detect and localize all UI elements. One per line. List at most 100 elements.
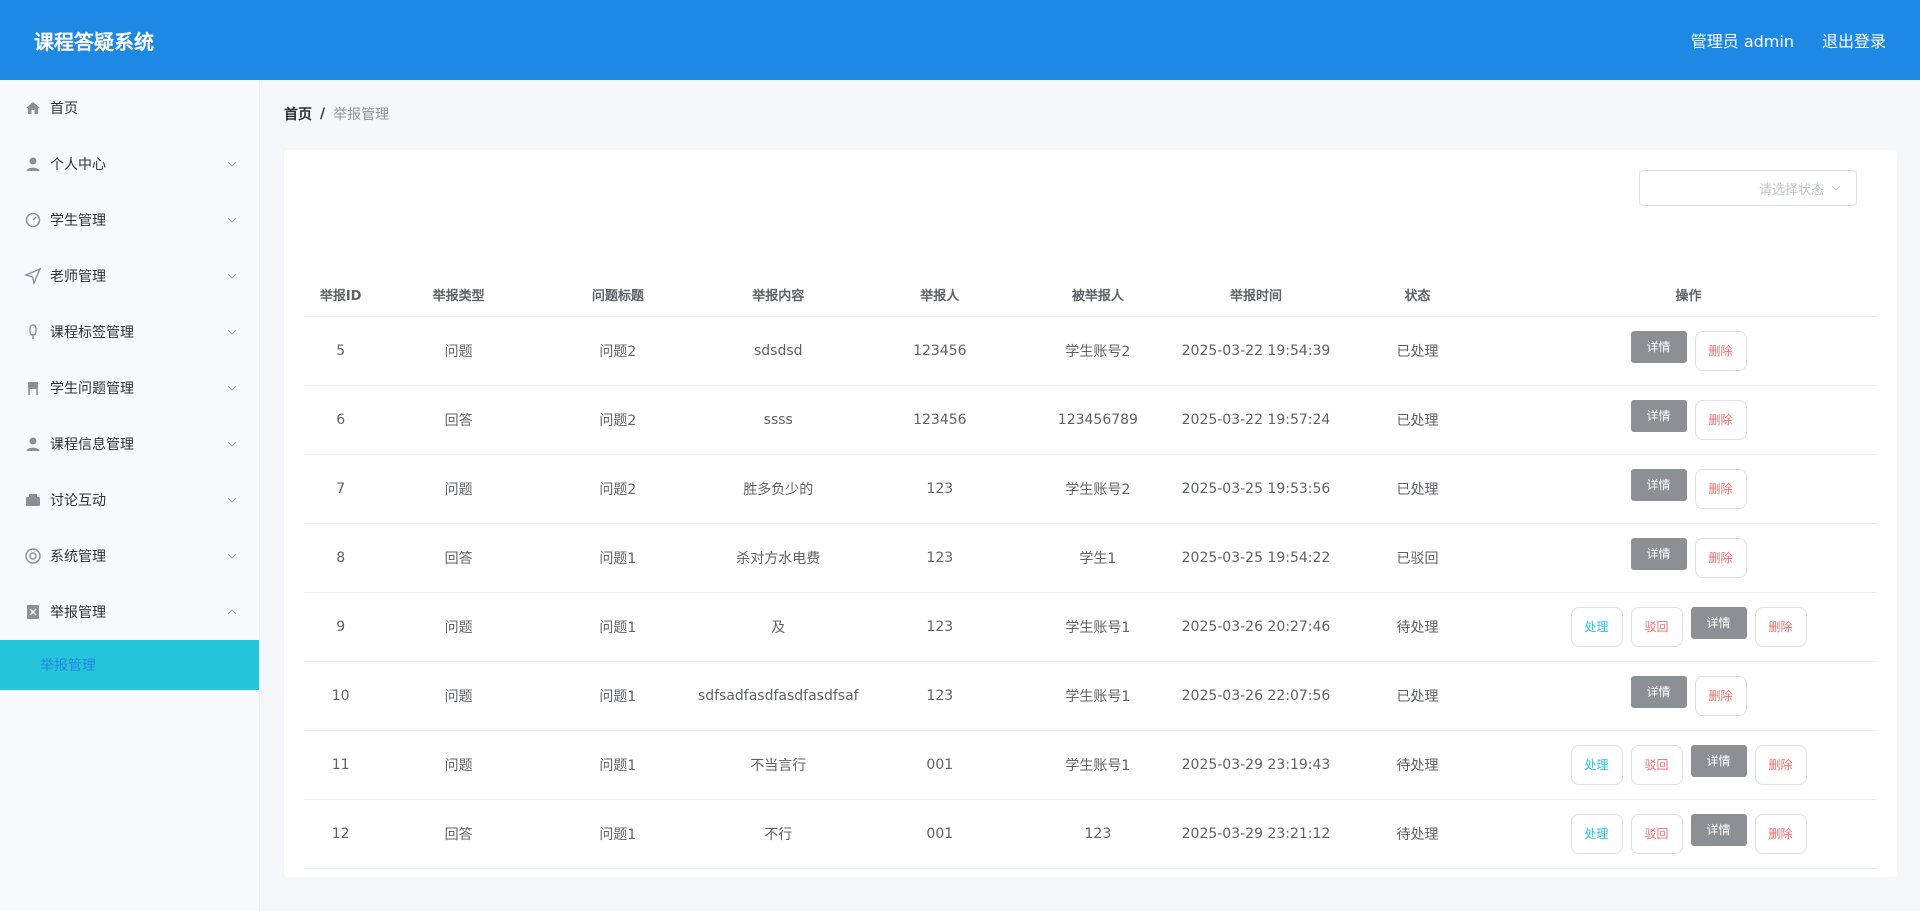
handle-button[interactable]: 处理 <box>1570 813 1623 854</box>
cell-status: 待处理 <box>1335 799 1500 869</box>
reject-button[interactable]: 驳回 <box>1630 606 1683 647</box>
breadcrumb-home[interactable]: 首页 <box>284 104 312 124</box>
breadcrumb-separator: / <box>320 106 326 122</box>
status-select[interactable]: 请选择状态 <box>1639 170 1857 206</box>
cell-id: 10 <box>304 661 378 731</box>
cell-reporter: 123456 <box>860 316 1019 386</box>
cell-status: 待处理 <box>1335 730 1500 800</box>
cell-type: 问题 <box>377 730 540 800</box>
sidebar-item-label: 个人中心 <box>50 157 106 173</box>
column-header: 举报类型 <box>377 274 540 317</box>
cell-title: 问题2 <box>539 316 696 386</box>
app-title: 课程答疑系统 <box>34 29 154 54</box>
cell-id: 9 <box>304 592 378 662</box>
lifebuoy-icon <box>24 547 42 565</box>
delete-button[interactable]: 删除 <box>1754 813 1807 854</box>
cell-reported: 学生账号2 <box>1018 316 1177 386</box>
sidebar: 首页个人中心学生管理老师管理 课程标签管理学生问题管理 课程信息管理讨论互动 系统管理… <box>0 80 260 911</box>
cell-time: 2025-03-22 19:54:39 <box>1176 316 1336 386</box>
cell-status: 已处理 <box>1335 661 1500 731</box>
table-header-row: 举报ID 举报类型 问题标题 举报内容 举报人 被举报人 举报时间 状态 操作 <box>304 274 1877 317</box>
sidebar-item[interactable]: 举报管理 <box>0 584 259 640</box>
cell-content: ssss <box>695 385 861 455</box>
cell-content: 胜多负少的 <box>695 454 861 524</box>
sidebar-item[interactable]: 个人中心 <box>0 136 259 192</box>
cell-content: 及 <box>695 592 861 662</box>
cell-content: 杀对方水电费 <box>695 523 861 593</box>
cell-id: 8 <box>304 523 378 593</box>
user-icon <box>24 435 42 453</box>
cell-actions: 处理 驳回 详情 删除 <box>1500 799 1877 869</box>
chevron-down-icon <box>227 161 237 167</box>
cell-id: 6 <box>304 385 378 455</box>
cell-reporter: 123 <box>860 661 1019 731</box>
cell-id: 12 <box>304 799 378 869</box>
cell-status: 已驳回 <box>1335 523 1500 593</box>
sidebar-item[interactable]: 首页 <box>0 80 259 136</box>
sidebar-item[interactable]: 学生管理 <box>0 192 259 248</box>
detail-button[interactable]: 详情 <box>1630 399 1687 432</box>
chevron-down-icon <box>227 385 237 391</box>
sidebar-item-label: 课程信息管理 <box>50 437 134 453</box>
microphone-icon <box>24 323 42 341</box>
cell-id: 11 <box>304 730 378 800</box>
delete-button[interactable]: 删除 <box>1754 744 1807 785</box>
sidebar-subitem-report-management[interactable]: 举报管理 <box>0 640 259 690</box>
detail-button[interactable]: 详情 <box>1690 744 1747 777</box>
delete-button[interactable]: 删除 <box>1694 330 1747 371</box>
user-area: 管理员 admin 退出登录 <box>1691 28 1886 52</box>
sidebar-item-label: 学生问题管理 <box>50 381 134 397</box>
chevron-down-icon <box>227 497 237 503</box>
cell-type: 问题 <box>377 316 540 386</box>
delete-button[interactable]: 删除 <box>1694 399 1747 440</box>
report-icon <box>24 603 42 621</box>
cell-reporter: 001 <box>860 730 1019 800</box>
cell-status: 已处理 <box>1335 385 1500 455</box>
detail-button[interactable]: 详情 <box>1630 675 1687 708</box>
chevron-up-icon <box>227 609 237 615</box>
cell-time: 2025-03-29 23:21:12 <box>1176 799 1336 869</box>
detail-button[interactable]: 详情 <box>1690 813 1747 846</box>
cell-actions: 处理 驳回 详情 删除 <box>1500 592 1877 662</box>
cell-reported: 学生账号1 <box>1018 592 1177 662</box>
detail-button[interactable]: 详情 <box>1630 330 1687 363</box>
detail-button[interactable]: 详情 <box>1630 468 1687 501</box>
delete-button[interactable]: 删除 <box>1694 468 1747 509</box>
handle-button[interactable]: 处理 <box>1570 606 1623 647</box>
table-row: 10 问题 问题1 sdfsadfasdfasdfasdfsaf 123 学生账号1 202… <box>304 661 1877 731</box>
cell-title: 问题1 <box>539 523 696 593</box>
chevron-down-icon <box>227 441 237 447</box>
cell-type: 回答 <box>377 523 540 593</box>
sidebar-item-label: 学生管理 <box>50 213 106 229</box>
column-header: 问题标题 <box>539 274 696 317</box>
cell-type: 问题 <box>377 592 540 662</box>
column-header: 举报时间 <box>1176 274 1336 317</box>
column-header: 举报人 <box>860 274 1019 317</box>
detail-button[interactable]: 详情 <box>1690 606 1747 639</box>
sidebar-item[interactable]: 讨论互动 <box>0 472 259 528</box>
chevron-down-icon <box>227 217 237 223</box>
delete-button[interactable]: 删除 <box>1694 537 1747 578</box>
handle-button[interactable]: 处理 <box>1570 744 1623 785</box>
reject-button[interactable]: 驳回 <box>1630 813 1683 854</box>
cell-reported: 学生账号2 <box>1018 454 1177 524</box>
sidebar-item[interactable]: 系统管理 <box>0 528 259 584</box>
detail-button[interactable]: 详情 <box>1630 537 1687 570</box>
table-row: 9 问题 问题1 及 123 学生账号1 2025-03-26 20:27:46 待处理 处理驳… <box>304 592 1877 662</box>
cell-status: 待处理 <box>1335 592 1500 662</box>
sidebar-item[interactable]: 课程信息管理 <box>0 416 259 472</box>
cell-content: sdsdsd <box>695 316 861 386</box>
column-header: 举报ID <box>304 274 378 317</box>
reject-button[interactable]: 驳回 <box>1630 744 1683 785</box>
cell-reported: 123456789 <box>1018 385 1177 455</box>
sidebar-item-label: 首页 <box>50 101 78 117</box>
send-icon <box>24 267 42 285</box>
logout-button[interactable]: 退出登录 <box>1822 28 1886 52</box>
sidebar-item[interactable]: 学生问题管理 <box>0 360 259 416</box>
cell-time: 2025-03-22 19:57:24 <box>1176 385 1336 455</box>
sidebar-item[interactable]: 课程标签管理 <box>0 304 259 360</box>
delete-button[interactable]: 删除 <box>1694 675 1747 716</box>
delete-button[interactable]: 删除 <box>1754 606 1807 647</box>
current-user[interactable]: 管理员 admin <box>1691 28 1794 52</box>
sidebar-item[interactable]: 老师管理 <box>0 248 259 304</box>
